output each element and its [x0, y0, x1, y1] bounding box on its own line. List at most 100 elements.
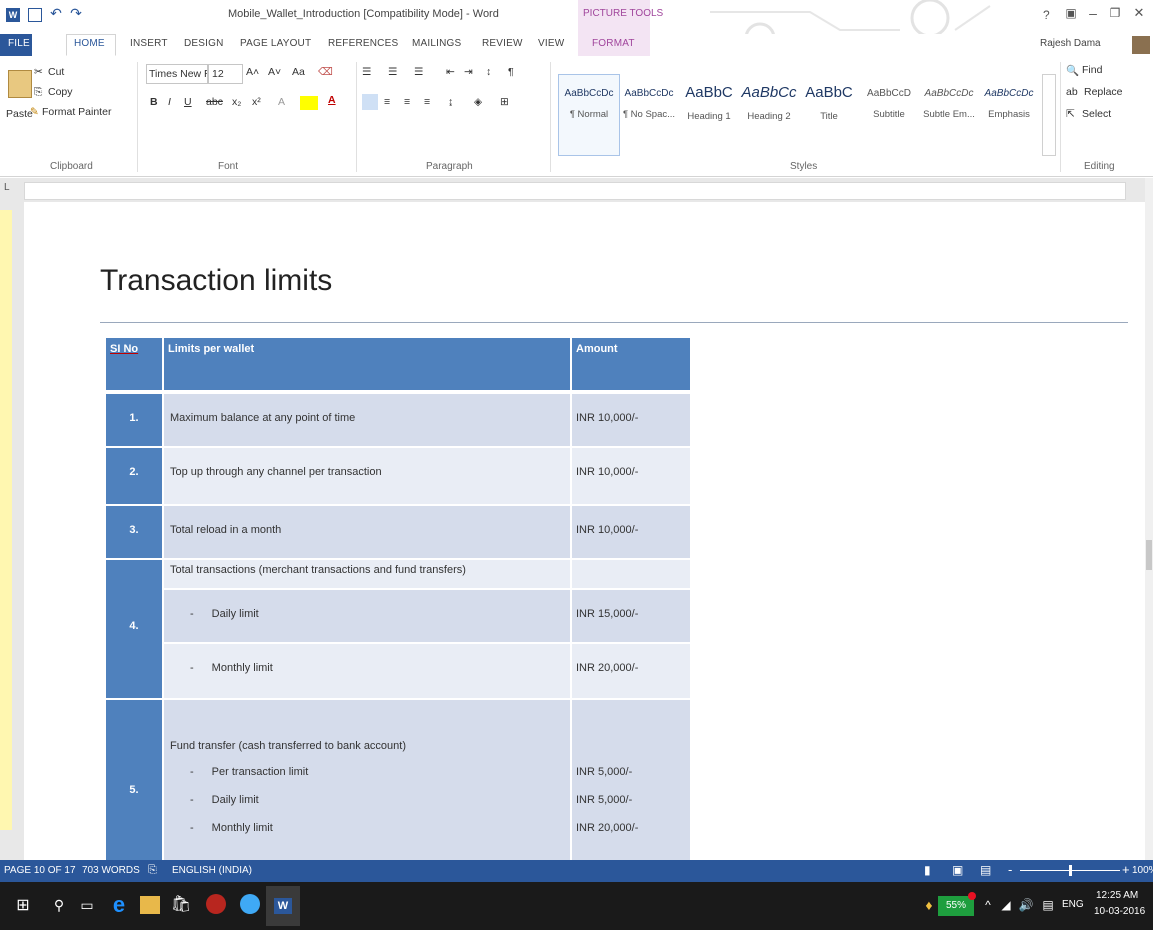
chevron-up-icon[interactable]: ^	[982, 896, 994, 914]
tab-mailings[interactable]: MAILINGS	[412, 38, 461, 49]
tab-home[interactable]: HOME	[74, 38, 105, 49]
borders-icon[interactable]: ⊞	[500, 96, 509, 108]
format-painter-button[interactable]: Format Painter	[42, 106, 111, 118]
format-painter-icon[interactable]: ✎	[30, 106, 39, 118]
document-page[interactable]: Transaction limits SI No Limits per wall…	[24, 202, 1145, 860]
multilevel-list-icon[interactable]: ☰	[414, 66, 423, 78]
read-mode-icon[interactable]: ▮	[924, 863, 931, 877]
line-spacing-icon[interactable]: ↨	[448, 96, 453, 108]
styles-scroll[interactable]	[1042, 74, 1056, 156]
tab-review[interactable]: REVIEW	[482, 38, 523, 49]
bold-icon[interactable]: B	[150, 96, 158, 108]
clear-formatting-icon[interactable]: ⌫	[318, 66, 333, 78]
zoom-in-icon[interactable]: +	[1122, 862, 1130, 877]
cut-button[interactable]: Cut	[48, 66, 64, 78]
style-emphasis[interactable]: AaBbCcDc Emphasis	[980, 74, 1038, 150]
subscript-icon[interactable]: x₂	[232, 96, 241, 108]
shrink-font-icon[interactable]: A˅	[268, 66, 281, 78]
italic-icon[interactable]: I	[168, 96, 171, 108]
tab-design[interactable]: DESIGN	[184, 38, 224, 49]
tab-page-layout[interactable]: PAGE LAYOUT	[240, 38, 311, 49]
style-title[interactable]: AaBbC Title	[800, 74, 858, 150]
style-heading-1[interactable]: AaBbC Heading 1	[680, 74, 738, 150]
tab-file[interactable]: FILE	[8, 38, 30, 49]
avatar[interactable]	[1132, 36, 1150, 54]
save-icon[interactable]	[28, 8, 42, 22]
strikethrough-icon[interactable]: abc	[206, 96, 223, 108]
select-icon[interactable]: ⇱	[1066, 108, 1075, 120]
windows-start-icon[interactable]: ⊞	[14, 896, 32, 914]
action-center-icon[interactable]: ▤	[1040, 896, 1056, 914]
scrollbar-thumb[interactable]	[1146, 540, 1152, 570]
style-subtle-emphasis[interactable]: AaBbCcDc Subtle Em...	[920, 74, 978, 150]
web-layout-icon[interactable]: ▤	[980, 863, 991, 877]
user-name[interactable]: Rajesh Dama	[1040, 38, 1101, 49]
numbering-icon[interactable]: ☰	[388, 66, 397, 78]
zoom-out-icon[interactable]: -	[1008, 862, 1012, 877]
style-subtitle[interactable]: AaBbCcD Subtitle	[860, 74, 918, 150]
redo-icon[interactable]: ↷	[68, 5, 84, 21]
shading-icon[interactable]: ◈	[474, 96, 482, 108]
align-right-icon[interactable]: ≡	[404, 96, 410, 108]
zoom-level[interactable]: 100%	[1132, 865, 1153, 876]
edge-icon[interactable]: e	[108, 892, 130, 917]
replace-icon[interactable]: ab	[1066, 86, 1078, 98]
sort-icon[interactable]: ↕	[486, 66, 491, 78]
tab-view[interactable]: VIEW	[538, 38, 564, 49]
align-left-icon[interactable]	[362, 94, 378, 110]
clock-date[interactable]: 10-03-2016	[1094, 906, 1145, 917]
print-layout-icon[interactable]: ▣	[952, 863, 963, 877]
increase-indent-icon[interactable]: ⇥	[464, 66, 473, 78]
style-no-spacing[interactable]: AaBbCcDc ¶ No Spac...	[620, 74, 678, 150]
tab-selector-icon[interactable]: L	[4, 182, 10, 193]
task-view-icon[interactable]: ▭	[78, 896, 96, 914]
tab-format[interactable]: FORMAT	[592, 38, 635, 49]
align-center-icon[interactable]: ≡	[384, 96, 390, 108]
minimize-icon[interactable]: –	[1086, 5, 1100, 21]
underline-icon[interactable]: U	[184, 96, 192, 108]
grow-font-icon[interactable]: A˄	[246, 66, 259, 78]
input-language[interactable]: ENG	[1062, 899, 1084, 910]
volume-icon[interactable]: 🔊	[1018, 896, 1034, 914]
search-icon[interactable]: ⚲	[50, 896, 68, 914]
find-button[interactable]: Find	[1082, 64, 1102, 76]
page-count[interactable]: PAGE 10 OF 17	[4, 865, 76, 876]
change-case-button[interactable]: Aa	[292, 66, 305, 78]
word-taskbar-button[interactable]: W	[266, 886, 300, 926]
style-heading-2[interactable]: AaBbCc Heading 2	[740, 74, 798, 150]
notification-icon[interactable]: ♦	[922, 896, 936, 914]
zoom-slider-thumb[interactable]	[1069, 865, 1072, 876]
copy-button[interactable]: Copy	[48, 86, 73, 98]
find-icon[interactable]: 🔍	[1066, 64, 1079, 77]
ribbon-display-options-icon[interactable]: ▣	[1064, 6, 1078, 20]
language-indicator[interactable]: ENGLISH (INDIA)	[172, 865, 252, 876]
wifi-icon[interactable]: ◢	[998, 896, 1014, 914]
tab-references[interactable]: REFERENCES	[328, 38, 398, 49]
word-app-icon[interactable]: W	[6, 8, 20, 22]
select-button[interactable]: Select	[1082, 108, 1111, 120]
show-formatting-icon[interactable]: ¶	[508, 66, 514, 78]
copy-icon[interactable]: ⎘	[34, 86, 42, 99]
undo-icon[interactable]: ↶	[48, 5, 64, 21]
font-name-box[interactable]: Times New Ro	[146, 64, 208, 84]
store-icon[interactable]: 🛍	[171, 894, 191, 914]
font-color-icon[interactable]: A	[328, 94, 336, 106]
vertical-scrollbar[interactable]	[1145, 178, 1153, 860]
horizontal-ruler[interactable]: L	[0, 178, 1153, 203]
bullets-icon[interactable]: ☰	[362, 66, 371, 78]
superscript-icon[interactable]: x²	[252, 96, 261, 108]
restore-icon[interactable]: ❐	[1108, 6, 1122, 20]
paste-icon[interactable]	[8, 70, 32, 98]
justify-icon[interactable]: ≡	[424, 96, 430, 108]
word-count[interactable]: 703 WORDS	[82, 865, 140, 876]
clock-time[interactable]: 12:25 AM	[1096, 890, 1138, 901]
tab-insert[interactable]: INSERT	[130, 38, 168, 49]
cut-icon[interactable]: ✂	[34, 66, 43, 78]
proofing-icon[interactable]: ⎘	[148, 864, 157, 877]
close-icon[interactable]: ✕	[1132, 5, 1146, 20]
decrease-indent-icon[interactable]: ⇤	[446, 66, 455, 78]
file-explorer-icon[interactable]	[140, 896, 160, 914]
text-effects-icon[interactable]: A	[278, 96, 285, 108]
paste-button[interactable]: Paste	[6, 108, 33, 120]
style-normal[interactable]: AaBbCcDc ¶ Normal	[560, 74, 618, 150]
